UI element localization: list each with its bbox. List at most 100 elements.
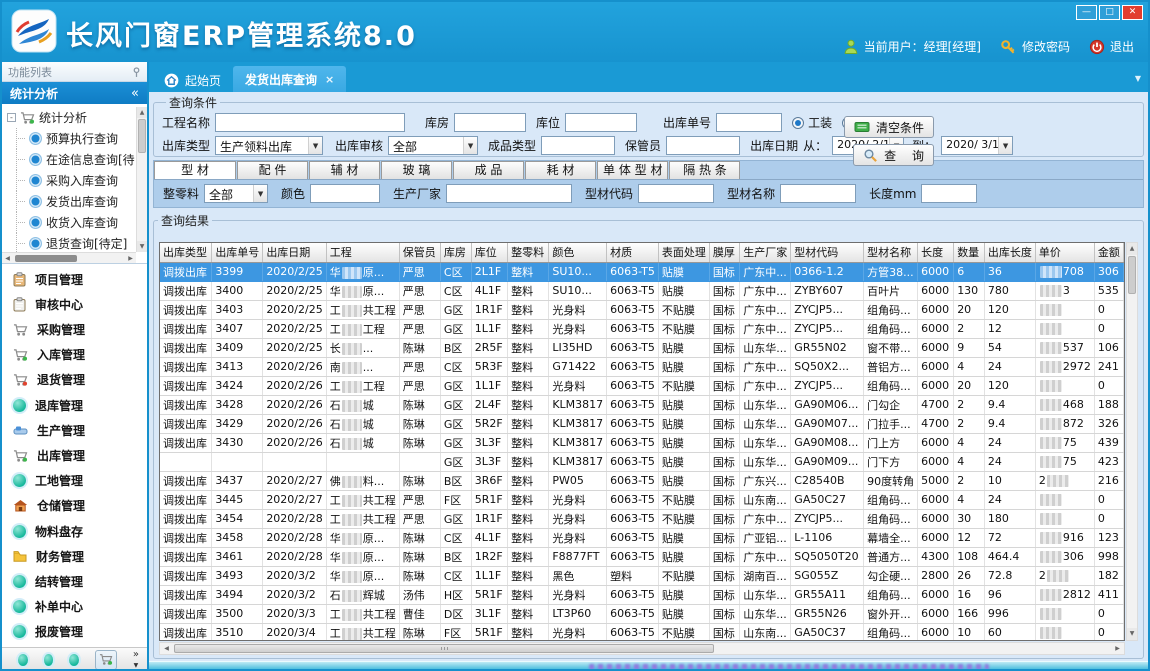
table-row[interactable]: 调拨出库34582020/2/28华原...陈琳C区4L1F整料光身料6063-…	[160, 528, 1124, 547]
profile-name-input[interactable]	[780, 184, 856, 203]
table-row[interactable]: 调拨出库34612020/2/28华原...陈琳B区1R2F整料F8877FT6…	[160, 547, 1124, 566]
scroll-thumb[interactable]	[174, 644, 714, 653]
table-row[interactable]: 调拨出库34002020/2/25华原...严思C区4L1F整料SU10...6…	[160, 281, 1124, 300]
table-row[interactable]: 调拨出库34072020/2/25工工程严思G区1L1F整料光身料6063-T5…	[160, 319, 1124, 338]
col-project[interactable]: 工程	[326, 243, 399, 262]
material-tab[interactable]: 型 材	[154, 161, 236, 179]
col-keeper[interactable]: 保管员	[399, 243, 440, 262]
sidebar-menu-item[interactable]: 仓储管理	[2, 494, 147, 518]
sidebar-menu-item[interactable]: 结转管理	[2, 569, 147, 593]
col-material[interactable]: 材质	[607, 243, 659, 262]
location-input[interactable]	[565, 113, 637, 132]
scroll-down-icon[interactable]: ▼	[1127, 628, 1137, 640]
clear-conditions-button[interactable]: 清空条件	[844, 116, 934, 138]
table-row[interactable]: 调拨出库34292020/2/26石城陈琳G区5R2F整料KLM38176063…	[160, 414, 1124, 433]
material-tab[interactable]: 辅 材	[309, 161, 380, 179]
table-row[interactable]: 调拨出库34452020/2/27工共工程严思F区5R1F整料光身料6063-T…	[160, 490, 1124, 509]
table-row[interactable]: 调拨出库34372020/2/27佛料...陈琳B区3R6F整料PW056063…	[160, 471, 1124, 490]
tree-item[interactable]: 退货查询[待定]	[2, 233, 147, 254]
scroll-thumb[interactable]	[15, 255, 77, 262]
sidebar-menu-item[interactable]: 补单中心	[2, 595, 147, 619]
table-row[interactable]: 调拨出库34032020/2/25工共工程严思G区1R1F整料光身料6063-T…	[160, 300, 1124, 319]
col-location[interactable]: 库位	[471, 243, 507, 262]
tree-item[interactable]: 采购入库查询	[2, 170, 147, 191]
table-row[interactable]: 调拨出库34092020/2/25长...陈琳B区2R5F整料LI35HD606…	[160, 338, 1124, 357]
audit-select[interactable]: 全部▼	[388, 136, 478, 155]
scroll-up-icon[interactable]: ▲	[1127, 243, 1137, 255]
table-row[interactable]: 调拨出库35002020/3/3工共工程曹佳D区3L1F整料LT3P606063…	[160, 604, 1124, 623]
radio-workwear[interactable]	[792, 117, 804, 129]
sidebar-menu-item[interactable]: 出库管理	[2, 444, 147, 468]
table-row[interactable]: G区3L3F整料KLM38176063-T5贴膜国标山东华...GA90M09.…	[160, 452, 1124, 471]
order-no-input[interactable]	[716, 113, 782, 132]
material-tab[interactable]: 隔 热 条	[669, 161, 740, 179]
table-row[interactable]: 调拨出库34242020/2/26工工程严思G区1L1F整料光身料6063-T5…	[160, 376, 1124, 395]
change-password-button[interactable]: 修改密码	[1000, 38, 1070, 55]
tree-horizontal-scrollbar[interactable]: ◀ ▶	[2, 252, 136, 263]
tab-close-icon[interactable]: ×	[325, 73, 334, 86]
sidebar-menu-item[interactable]: 审核中心	[2, 292, 147, 316]
sidebar-menu-item[interactable]: 退库管理	[2, 393, 147, 417]
scroll-thumb[interactable]	[138, 119, 146, 153]
product-type-input[interactable]	[541, 136, 615, 155]
module-dot-icon[interactable]	[18, 654, 28, 666]
tree-item[interactable]: 发货出库查询	[2, 191, 147, 212]
sidebar-menu-item[interactable]: 项目管理	[2, 267, 147, 291]
table-row[interactable]: 调拨出库34942020/3/2石辉城汤伟H区5R1F整料光身料6063-T5贴…	[160, 585, 1124, 604]
col-film[interactable]: 膜厚	[709, 243, 739, 262]
search-button[interactable]: 查 询	[853, 144, 934, 166]
tab-home[interactable]: 起始页	[152, 68, 233, 92]
sidebar-menu-item[interactable]: 退货管理	[2, 368, 147, 392]
col-unit-price[interactable]: 单价	[1035, 243, 1094, 262]
color-input[interactable]	[310, 184, 380, 203]
scroll-up-icon[interactable]: ▲	[137, 107, 147, 118]
keeper-input[interactable]	[666, 136, 740, 155]
length-input[interactable]	[921, 184, 977, 203]
col-name[interactable]: 型材名称	[864, 243, 918, 262]
table-row[interactable]: 调拨出库35102020/3/4工共工程陈琳F区5R1F整料光身料6063-T5…	[160, 623, 1124, 641]
sidebar-menu-item[interactable]: 报废管理	[2, 620, 147, 644]
col-color[interactable]: 颜色	[549, 243, 607, 262]
col-code[interactable]: 型材代码	[791, 243, 864, 262]
sidebar-overflow-button[interactable]: »▼	[133, 650, 139, 670]
material-tab[interactable]: 配 件	[237, 161, 308, 179]
radio-workwear-label[interactable]: 工装	[808, 114, 832, 131]
scroll-left-icon[interactable]: ◀	[160, 645, 173, 652]
table-row[interactable]: 调拨出库34542020/2/28工共工程严思G区1R1F整料光身料6063-T…	[160, 509, 1124, 528]
pin-icon[interactable]	[132, 66, 141, 78]
grid-horizontal-scrollbar[interactable]: ◀ ▶	[159, 642, 1125, 655]
col-amount[interactable]: 金额	[1094, 243, 1123, 262]
out-type-select[interactable]: 生产领料出库▼	[215, 136, 323, 155]
sidebar-menu-item[interactable]: 财务管理	[2, 544, 147, 568]
scroll-right-icon[interactable]: ▶	[1111, 645, 1124, 652]
sidebar-section-statistics[interactable]: 统计分析 «	[2, 82, 147, 104]
scroll-down-icon[interactable]: ▼	[137, 241, 147, 252]
tree-vertical-scrollbar[interactable]: ▲ ▼	[136, 107, 147, 252]
statistics-module-button[interactable]	[95, 650, 117, 670]
logout-button[interactable]: 退出	[1089, 38, 1134, 55]
material-tab[interactable]: 成 品	[453, 161, 524, 179]
col-factory[interactable]: 生产厂家	[740, 243, 791, 262]
tree-item[interactable]: 在途信息查询[待	[2, 149, 147, 170]
module-dot-icon[interactable]	[44, 654, 54, 666]
module-dot-icon[interactable]	[69, 654, 79, 666]
project-name-input[interactable]	[215, 113, 405, 132]
sidebar-menu-item[interactable]: 采购管理	[2, 318, 147, 342]
sidebar-menu-item[interactable]: 物料盘存	[2, 519, 147, 543]
tab-list-dropdown-icon[interactable]: ▼	[1135, 74, 1141, 83]
grid-vertical-scrollbar[interactable]: ▲ ▼	[1126, 242, 1138, 641]
sidebar-menu-item[interactable]: 生产管理	[2, 418, 147, 442]
table-row[interactable]: 调拨出库34302020/2/26石城陈琳G区3L3F整料KLM38176063…	[160, 433, 1124, 452]
table-row[interactable]: 调拨出库34132020/2/26南...严思C区5R3F整料G71422606…	[160, 357, 1124, 376]
table-row[interactable]: 调拨出库34282020/2/26石城陈琳G区2L4F整料KLM38176063…	[160, 395, 1124, 414]
sidebar-menu-item[interactable]: 入库管理	[2, 343, 147, 367]
collapse-icon[interactable]: «	[131, 86, 139, 101]
profile-code-input[interactable]	[638, 184, 714, 203]
tree-item[interactable]: 预算执行查询	[2, 128, 147, 149]
col-order-no[interactable]: 出库单号	[212, 243, 263, 262]
col-surface[interactable]: 表面处理	[658, 243, 709, 262]
col-qty[interactable]: 数量	[954, 243, 985, 262]
close-button[interactable]: ✕	[1122, 5, 1143, 20]
col-whole-part[interactable]: 整零料	[508, 243, 549, 262]
date-to-picker[interactable]: 2020/ 3/16▼	[941, 136, 1013, 155]
